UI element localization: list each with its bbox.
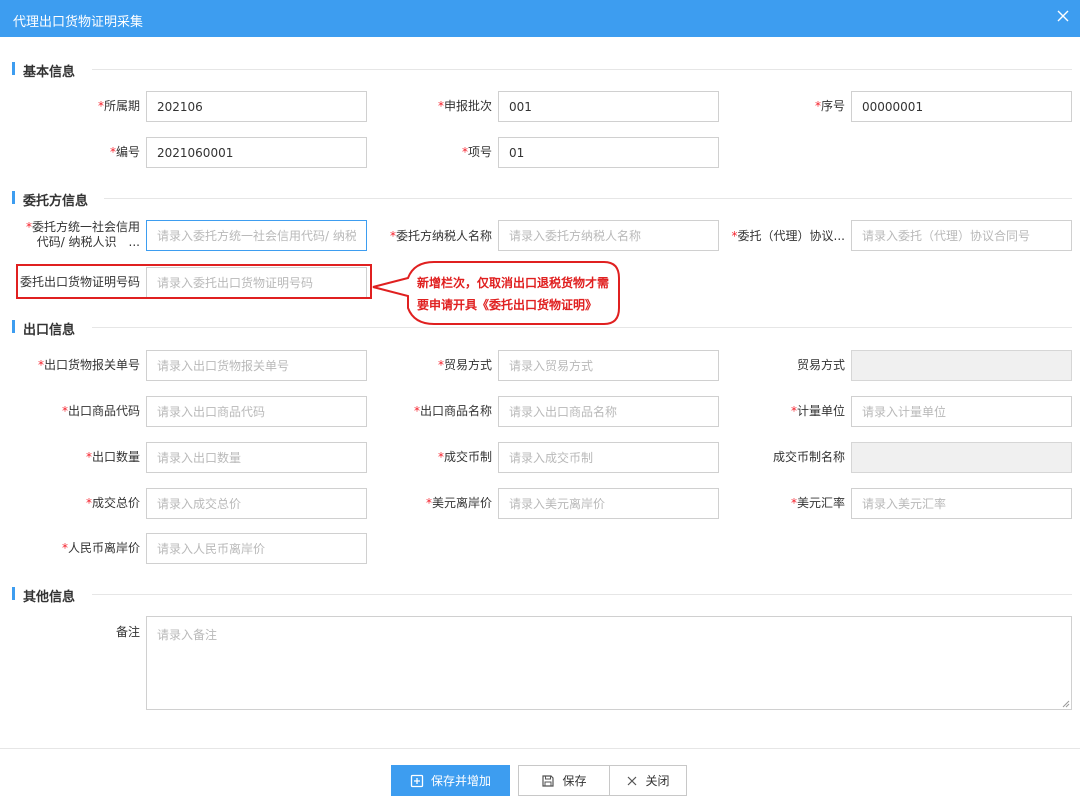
section-title: 其他信息	[23, 590, 76, 605]
resize-handle-icon[interactable]	[1062, 700, 1070, 708]
customs-no-input[interactable]	[146, 350, 367, 381]
item-input[interactable]	[498, 137, 719, 168]
currency-input[interactable]	[498, 442, 719, 473]
usd-rate-input[interactable]	[851, 488, 1072, 519]
batch-label: *申报批次	[437, 99, 492, 113]
add-document-icon	[410, 774, 424, 787]
footer-divider	[0, 748, 1080, 749]
period-label: *所属期	[97, 99, 140, 113]
taxpayer-name-input[interactable]	[498, 220, 719, 251]
batch-input[interactable]	[498, 91, 719, 122]
unit-input[interactable]	[851, 396, 1072, 427]
goods-code-input[interactable]	[146, 396, 367, 427]
dialog-titlebar: 代理出口货物证明采集	[0, 0, 1080, 37]
save-button[interactable]: 保存	[518, 765, 610, 796]
remark-textarea[interactable]	[146, 616, 1072, 710]
item-label: *项号	[461, 145, 492, 159]
dialog-title: 代理出口货物证明采集	[13, 15, 144, 30]
currency-name-label: 成交币制名称	[772, 450, 845, 464]
rmb-fob-input[interactable]	[146, 533, 367, 564]
section-title: 出口信息	[23, 323, 76, 338]
total-input[interactable]	[146, 488, 367, 519]
callout-text: 新增栏次，仅取消出口退税货物才需 要申请开具《委托出口货物证明》	[417, 276, 610, 312]
trade-mode-label: *贸易方式	[437, 358, 492, 372]
seq-input[interactable]	[851, 91, 1072, 122]
quantity-label: *出口数量	[85, 450, 140, 464]
close-icon	[628, 776, 637, 785]
currency-label: *成交币制	[437, 450, 492, 464]
usd-fob-input[interactable]	[498, 488, 719, 519]
section-other: 其他信息	[12, 585, 1072, 605]
seq-label: *序号	[814, 99, 845, 113]
section-export: 出口信息	[12, 318, 1072, 338]
section-title: 基本信息	[23, 65, 76, 80]
save-and-add-button[interactable]: 保存并增加	[391, 765, 510, 796]
section-basic: 基本信息	[12, 60, 1072, 80]
trade-mode-name-input	[851, 350, 1072, 381]
rmb-fob-label: *人民币离岸价	[61, 541, 140, 555]
trade-mode-input[interactable]	[498, 350, 719, 381]
floppy-disk-icon	[542, 774, 555, 787]
credit-code-label: *委托方统一社会信用代码/ 纳税人识 ...	[25, 220, 140, 249]
close-button[interactable]: 关闭	[609, 765, 687, 796]
unit-label: *计量单位	[790, 404, 845, 418]
customs-no-label: *出口货物报关单号	[37, 358, 140, 372]
quantity-input[interactable]	[146, 442, 367, 473]
goods-code-label: *出口商品代码	[61, 404, 140, 418]
code-input[interactable]	[146, 137, 367, 168]
trade-mode-name-label: 贸易方式	[796, 358, 845, 372]
close-icon[interactable]	[1055, 8, 1071, 24]
usd-rate-label: *美元汇率	[790, 496, 845, 510]
taxpayer-name-label: *委托方纳税人名称	[389, 229, 492, 243]
usd-fob-label: *美元离岸价	[425, 496, 492, 510]
highlight-box	[16, 264, 372, 299]
agreement-label: *委托（代理）协议...	[731, 229, 845, 243]
agreement-input[interactable]	[851, 220, 1072, 251]
total-label: *成交总价	[85, 496, 140, 510]
remark-label: 备注	[115, 625, 140, 639]
goods-name-input[interactable]	[498, 396, 719, 427]
section-title: 委托方信息	[23, 194, 89, 209]
period-input[interactable]	[146, 91, 367, 122]
credit-code-input[interactable]	[146, 220, 367, 251]
code-label: *编号	[109, 145, 140, 159]
currency-name-input	[851, 442, 1072, 473]
section-entrust: 委托方信息	[12, 189, 1072, 209]
goods-name-label: *出口商品名称	[413, 404, 492, 418]
